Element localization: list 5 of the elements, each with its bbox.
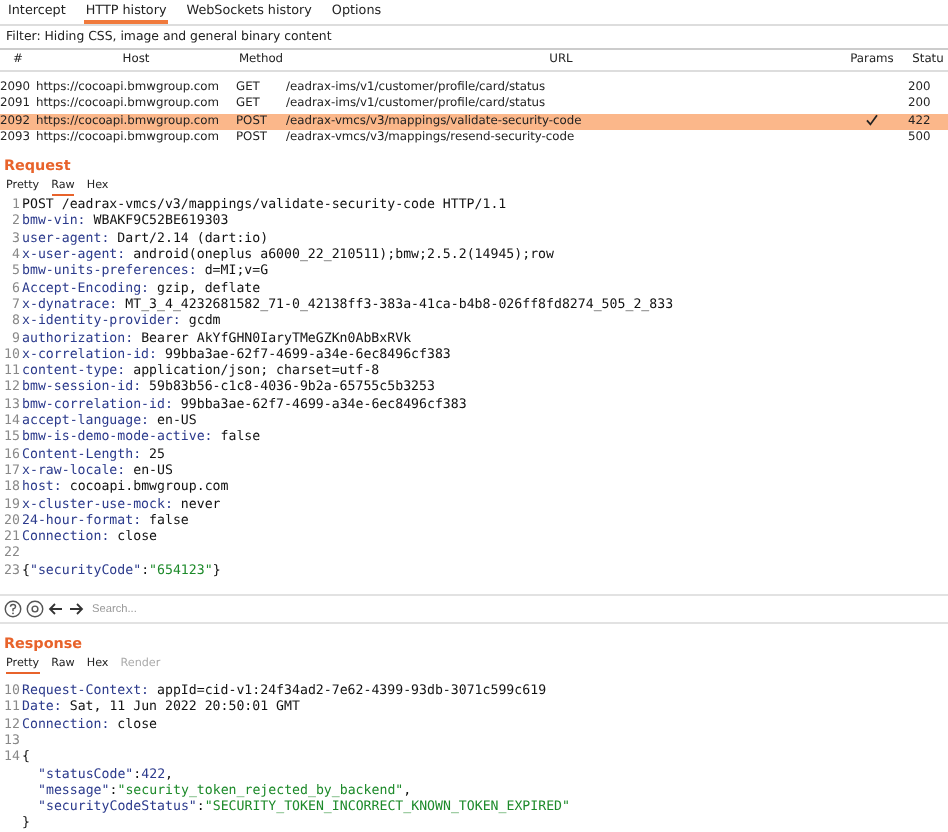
arrow-left-icon[interactable] bbox=[48, 602, 64, 617]
settings-icon[interactable] bbox=[26, 600, 44, 619]
arrow-right-icon[interactable] bbox=[68, 602, 84, 617]
checkmark-icon bbox=[866, 113, 878, 126]
help-icon[interactable] bbox=[4, 600, 22, 619]
